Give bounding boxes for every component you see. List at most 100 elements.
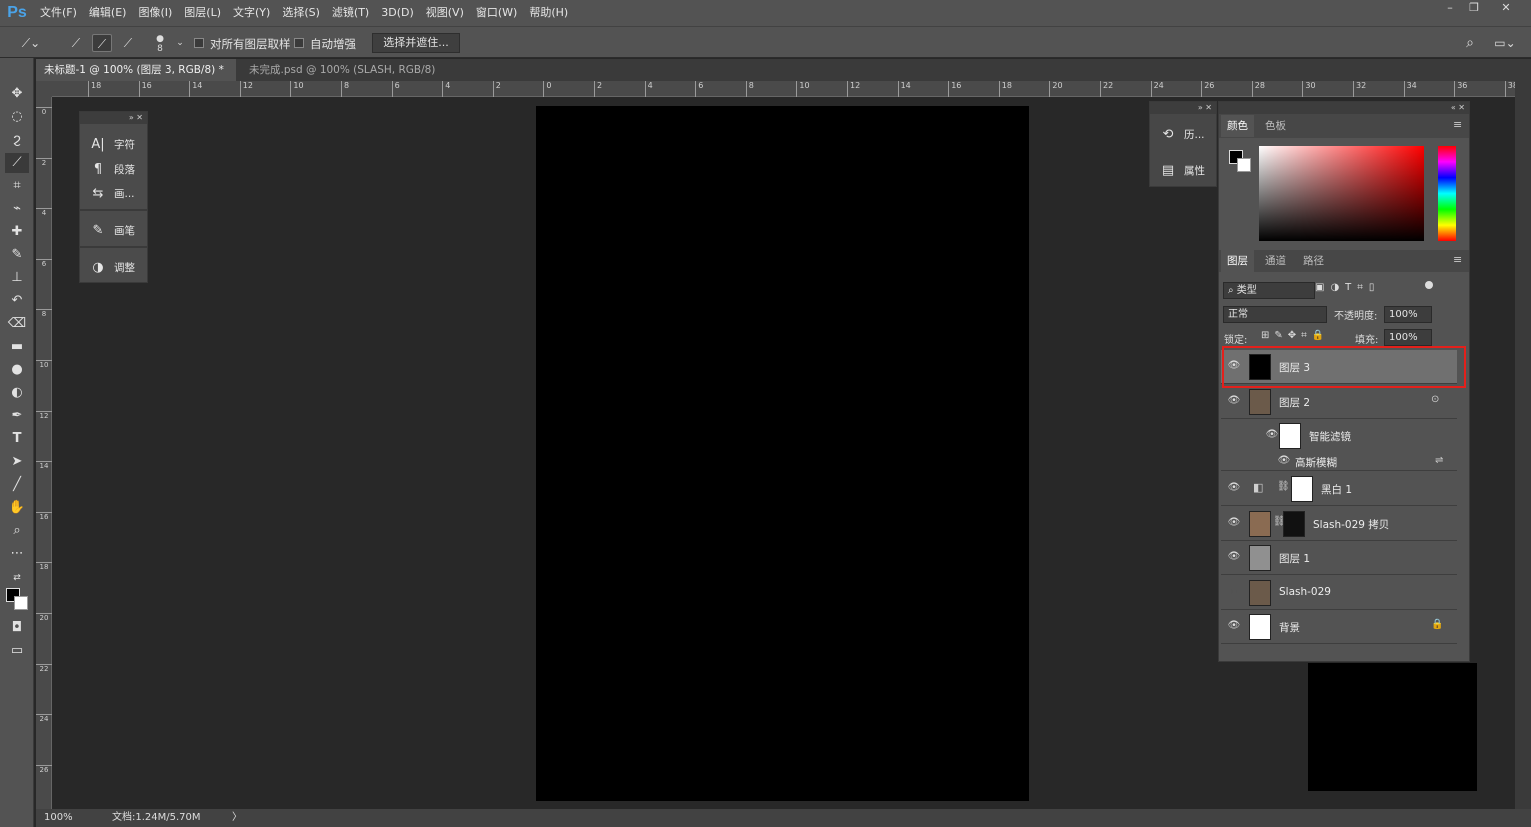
maximize-button[interactable]: ❐ <box>1460 0 1488 16</box>
eye-icon[interactable]: 👁 <box>1265 429 1279 440</box>
panel-header[interactable]: » ✕ <box>80 112 147 124</box>
eye-icon[interactable]: 👁 <box>1227 482 1241 493</box>
quick-selection-preset-icon[interactable]: ⟋⌄ <box>16 34 46 52</box>
document-canvas[interactable] <box>536 106 1029 801</box>
panel-item-history[interactable]: ⟲ 历... <box>1150 124 1216 146</box>
eye-icon[interactable]: 👁 <box>1277 455 1291 466</box>
menu-item[interactable]: 图像(I) <box>132 0 178 26</box>
move-tool-icon[interactable]: ✥ <box>5 84 29 104</box>
workspace-icon[interactable]: ▭⌄ <box>1490 34 1520 52</box>
blend-mode-dropdown[interactable]: 正常 <box>1223 306 1327 323</box>
line-tool-icon[interactable]: ╱ <box>5 475 29 495</box>
hue-slider[interactable] <box>1438 146 1456 241</box>
menu-item[interactable]: 视图(V) <box>420 0 470 26</box>
panel-item-properties[interactable]: ▤ 属性 <box>1150 160 1216 182</box>
menu-item[interactable]: 编辑(E) <box>83 0 133 26</box>
close-button[interactable]: ✕ <box>1492 0 1520 16</box>
search-icon[interactable]: ⌕ <box>1460 34 1480 52</box>
layer-filter-dropdown[interactable]: ⌕ 类型 <box>1223 282 1315 299</box>
screen-mode-icon[interactable]: ▭ <box>5 641 29 661</box>
tab-paths[interactable]: 路径 <box>1297 250 1330 272</box>
layer-row[interactable]: 👁 图层 2 ⊙ <box>1221 385 1457 419</box>
healing-brush-tool-icon[interactable]: ✚ <box>5 222 29 242</box>
eye-icon[interactable]: 👁 <box>1227 620 1241 631</box>
type-tool-icon[interactable]: T <box>5 429 29 449</box>
menu-item[interactable]: 帮助(H) <box>523 0 574 26</box>
layer-row[interactable]: 👁 ⛓ Slash-029 拷贝 <box>1221 507 1457 541</box>
pen-tool-icon[interactable]: ✒ <box>5 406 29 426</box>
subtract-from-selection-icon[interactable]: ⟋ <box>118 34 138 52</box>
swap-colors-icon[interactable]: ⇄ <box>5 568 29 588</box>
filter-options-icon[interactable]: ⇌ <box>1435 455 1443 466</box>
gradient-tool-icon[interactable]: ▬ <box>5 337 29 357</box>
eye-icon[interactable]: ▫ <box>1227 586 1241 597</box>
zoom-level[interactable]: 100% <box>44 809 73 827</box>
tab-untitled-1[interactable]: 未标题-1 @ 100% (图层 3, RGB/8) * ✕ <box>36 59 236 98</box>
tab-layers[interactable]: 图层 <box>1221 250 1254 272</box>
background-color-swatch[interactable] <box>14 596 28 610</box>
hand-tool-icon[interactable]: ✋ <box>5 498 29 518</box>
sample-all-layers-checkbox[interactable] <box>194 38 204 48</box>
dodge-tool-icon[interactable]: ◐ <box>5 383 29 403</box>
tab-color[interactable]: 颜色 <box>1221 115 1254 137</box>
blur-tool-icon[interactable]: ● <box>5 360 29 380</box>
add-to-selection-icon[interactable]: ⟋ <box>92 34 112 52</box>
chevron-down-icon[interactable]: ⌄ <box>170 34 190 52</box>
history-brush-tool-icon[interactable]: ↶ <box>5 291 29 311</box>
menu-icon[interactable]: ≡ <box>1453 118 1462 131</box>
more-tools-icon[interactable]: ⋯ <box>5 544 29 564</box>
new-selection-icon[interactable]: ⟋ <box>66 34 86 52</box>
layer-row[interactable]: 👁 背景 🔒 <box>1221 610 1457 644</box>
background-color-swatch[interactable] <box>1237 158 1251 172</box>
layer-row[interactable]: 👁 图层 1 <box>1221 541 1457 575</box>
chain-link-icon[interactable]: ⛓ <box>1277 481 1290 492</box>
layer-row[interactable]: ▫ Slash-029 <box>1221 576 1457 610</box>
menu-item[interactable]: 选择(S) <box>276 0 326 26</box>
auto-enhance-checkbox[interactable] <box>294 38 304 48</box>
menu-item[interactable]: 窗口(W) <box>470 0 523 26</box>
lock-icons[interactable]: ⊞✎✥⌗🔒 <box>1261 330 1329 341</box>
layer-row[interactable]: 👁 高斯模糊 ⇌ <box>1221 453 1457 471</box>
color-spectrum-field[interactable] <box>1259 146 1424 241</box>
menu-item[interactable]: 文字(Y) <box>227 0 276 26</box>
panel-item-brush[interactable]: ✎ 画笔 <box>80 220 149 242</box>
menu-item[interactable]: 图层(L) <box>178 0 227 26</box>
filter-toggle-icon[interactable] <box>1425 281 1433 289</box>
brush-size-picker[interactable]: ● 8 <box>150 34 170 54</box>
fill-field[interactable]: 100% <box>1384 329 1432 346</box>
crop-tool-icon[interactable]: ⌗ <box>5 176 29 196</box>
quick-selection-tool-icon[interactable]: ⟋ <box>5 153 29 173</box>
panel-header[interactable]: « ✕ <box>1219 102 1469 114</box>
zoom-tool-icon[interactable]: ⌕ <box>5 521 29 541</box>
panel-item-adjustments[interactable]: ◑ 调整 <box>80 257 149 279</box>
layer-row[interactable]: 👁 ◧ ⛓ 黑白 1 <box>1221 472 1457 506</box>
eye-icon[interactable]: 👁 <box>1227 517 1241 528</box>
menu-item[interactable]: 滤镜(T) <box>326 0 375 26</box>
tab-channels[interactable]: 通道 <box>1259 250 1292 272</box>
panel-header[interactable]: » ✕ <box>1150 102 1216 114</box>
quick-mask-icon[interactable]: ◘ <box>5 618 29 638</box>
menu-item[interactable]: 3D(D) <box>375 0 420 26</box>
eye-icon[interactable]: 👁 <box>1227 395 1241 406</box>
vertical-scrollbar[interactable] <box>1515 81 1531 809</box>
tab-swatches[interactable]: 色板 <box>1259 115 1292 137</box>
clone-stamp-tool-icon[interactable]: ⊥ <box>5 268 29 288</box>
opacity-field[interactable]: 100% <box>1384 306 1432 323</box>
panel-item-paragraph[interactable]: ¶ 段落 <box>80 159 149 181</box>
tab-unfinished-psd[interactable]: 未完成.psd @ 100% (SLASH, RGB/8) ✕ <box>241 59 446 98</box>
select-and-mask-button[interactable]: 选择并遮住... <box>372 33 460 53</box>
layer-filter-icons[interactable]: ▣◑T⌗▯ <box>1315 282 1435 299</box>
marquee-tool-icon[interactable]: ◌ <box>5 107 29 127</box>
status-arrow-icon[interactable]: 〉 <box>232 809 242 827</box>
eye-icon[interactable]: 👁 <box>1227 551 1241 562</box>
panel-item-brush-settings[interactable]: ⇆ 画... <box>80 183 149 205</box>
lasso-tool-icon[interactable]: ϩ <box>5 130 29 150</box>
panel-item-character[interactable]: A| 字符 <box>80 134 149 156</box>
menu-icon[interactable]: ≡ <box>1453 253 1462 266</box>
eyedropper-tool-icon[interactable]: ⌁ <box>5 199 29 219</box>
layer-row[interactable]: 👁 智能滤镜 <box>1221 419 1457 453</box>
path-selection-tool-icon[interactable]: ➤ <box>5 452 29 472</box>
eraser-tool-icon[interactable]: ⌫ <box>5 314 29 334</box>
menu-item[interactable]: 文件(F) <box>34 0 83 26</box>
brush-tool-icon[interactable]: ✎ <box>5 245 29 265</box>
